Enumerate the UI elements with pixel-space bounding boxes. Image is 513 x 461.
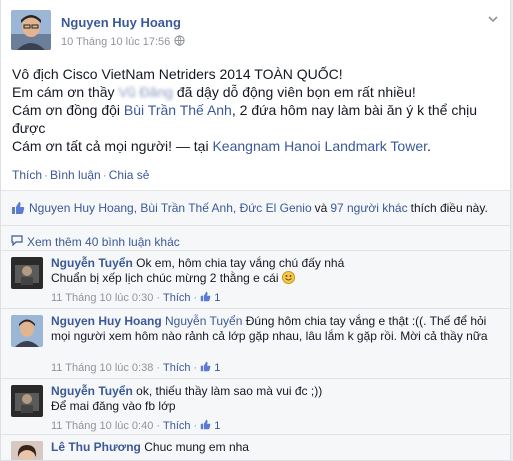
post-actions: Thích · Bình luận · Chia sẻ: [12, 168, 150, 182]
comment-author[interactable]: Nguyễn Tuyển: [51, 256, 133, 270]
comment-like-count[interactable]: 1: [214, 362, 220, 374]
post-line-1: Vô địch Cisco VietNam Netriders 2014 TOÀ…: [12, 66, 343, 82]
comment-timestamp[interactable]: 11 Tháng 10 lúc 0:38: [51, 362, 153, 374]
thumbs-up-icon: [200, 419, 211, 433]
commenter-avatar[interactable]: [11, 441, 43, 460]
thumbs-up-icon: [11, 201, 25, 215]
comment-text: Lê Thu Phương Chuc mung em nha: [51, 440, 249, 454]
location-link[interactable]: Keangnam Hanoi Landmark Tower: [212, 138, 427, 154]
likes-and: và: [314, 201, 328, 215]
comment-timestamp[interactable]: 11 Tháng 10 lúc 0:40: [51, 420, 153, 432]
smile-emoji-icon: [281, 271, 295, 284]
comment-meta: 11 Tháng 10 lúc 0:38 · Thích · 1: [51, 361, 221, 375]
thumbs-up-icon: [200, 291, 211, 305]
post-content: Vô địch Cisco VietNam Netriders 2014 TOÀ…: [12, 65, 502, 155]
commenter-avatar[interactable]: [11, 385, 43, 417]
teammate-link[interactable]: Bùi Trần Thế Anh: [124, 102, 232, 118]
comment-text: Nguyễn Tuyển ok, thiếu thầy làm sao mà v…: [51, 384, 323, 413]
comment-item: Nguyễn Tuyển Ok em, hôm chia tay vắng ch…: [1, 250, 510, 308]
comment-item: Lê Thu Phương Chuc mung em nha: [1, 434, 510, 460]
comment-meta: 11 Tháng 10 lúc 0:30 · Thích · 1: [51, 291, 221, 305]
post-header: Nguyen Huy Hoang 10 Tháng 10 lúc 17:56: [1, 0, 510, 52]
author-avatar[interactable]: [11, 10, 51, 50]
chevron-down-icon[interactable]: [486, 12, 500, 26]
likers-names[interactable]: Nguyen Huy Hoang, Bùi Trần Thế Anh, Đức …: [29, 201, 312, 215]
comment-author[interactable]: Nguyễn Tuyển: [51, 384, 133, 398]
comment-link[interactable]: Bình luận: [50, 168, 101, 182]
post-timestamp[interactable]: 10 Tháng 10 lúc 17:56: [61, 36, 170, 48]
post-author-name[interactable]: Nguyen Huy Hoang: [61, 15, 181, 30]
comment-like-link[interactable]: Thích: [163, 292, 191, 304]
view-more-comments[interactable]: Xem thêm 40 bình luận khác: [11, 234, 180, 249]
audience-icon[interactable]: [174, 35, 185, 49]
like-link[interactable]: Thích: [12, 168, 42, 182]
comment-text: Nguyễn Tuyển Ok em, hôm chia tay vắng ch…: [51, 256, 345, 285]
thumbs-up-icon: [200, 361, 211, 375]
commenter-avatar[interactable]: [11, 315, 43, 347]
commenter-avatar[interactable]: [11, 257, 43, 289]
comment-like-count[interactable]: 1: [214, 292, 220, 304]
comment-item: Nguyen Huy Hoang Nguyễn Tuyển Đúng hôm c…: [1, 308, 510, 378]
comment-author[interactable]: Nguyen Huy Hoang: [51, 314, 162, 328]
comment-item: Nguyễn Tuyển ok, thiếu thầy làm sao mà v…: [1, 378, 510, 434]
comment-bubble-icon: [11, 234, 23, 249]
comment-author[interactable]: Lê Thu Phương: [51, 440, 141, 454]
likes-summary: Nguyen Huy Hoang, Bùi Trần Thế Anh, Đức …: [1, 190, 510, 226]
comment-mention[interactable]: Nguyễn Tuyển: [165, 314, 242, 328]
post-meta: 10 Tháng 10 lúc 17:56: [61, 35, 185, 49]
comment-meta: 11 Tháng 10 lúc 0:40 · Thích · 1: [51, 419, 221, 433]
comment-like-count[interactable]: 1: [214, 420, 220, 432]
likes-others-link[interactable]: 97 người khác: [330, 201, 407, 215]
post-line-3: Cám ơn đồng đội Bùi Trần Thế Anh, 2 đứa …: [12, 102, 478, 136]
comments-section: Xem thêm 40 bình luận khác Nguyễn Tuyển …: [1, 226, 510, 460]
post-line-4: Cám ơn tất cả mọi người! — tại Keangnam …: [12, 138, 431, 154]
comment-like-link[interactable]: Thích: [163, 420, 191, 432]
likes-suffix: thích điều này.: [410, 201, 488, 215]
post-line-2: Em cám ơn thầy Vũ Đăng đã dậy dỗ động vi…: [12, 84, 416, 100]
share-link[interactable]: Chia sẻ: [109, 168, 150, 182]
comment-timestamp[interactable]: 11 Tháng 10 lúc 0:30: [51, 292, 153, 304]
comment-text: Nguyen Huy Hoang Nguyễn Tuyển Đúng hôm c…: [51, 314, 488, 343]
blurred-name[interactable]: Vũ Đăng: [118, 84, 172, 100]
comment-like-link[interactable]: Thích: [163, 362, 191, 374]
post-card: Nguyen Huy Hoang 10 Tháng 10 lúc 17:56 V…: [0, 0, 511, 461]
